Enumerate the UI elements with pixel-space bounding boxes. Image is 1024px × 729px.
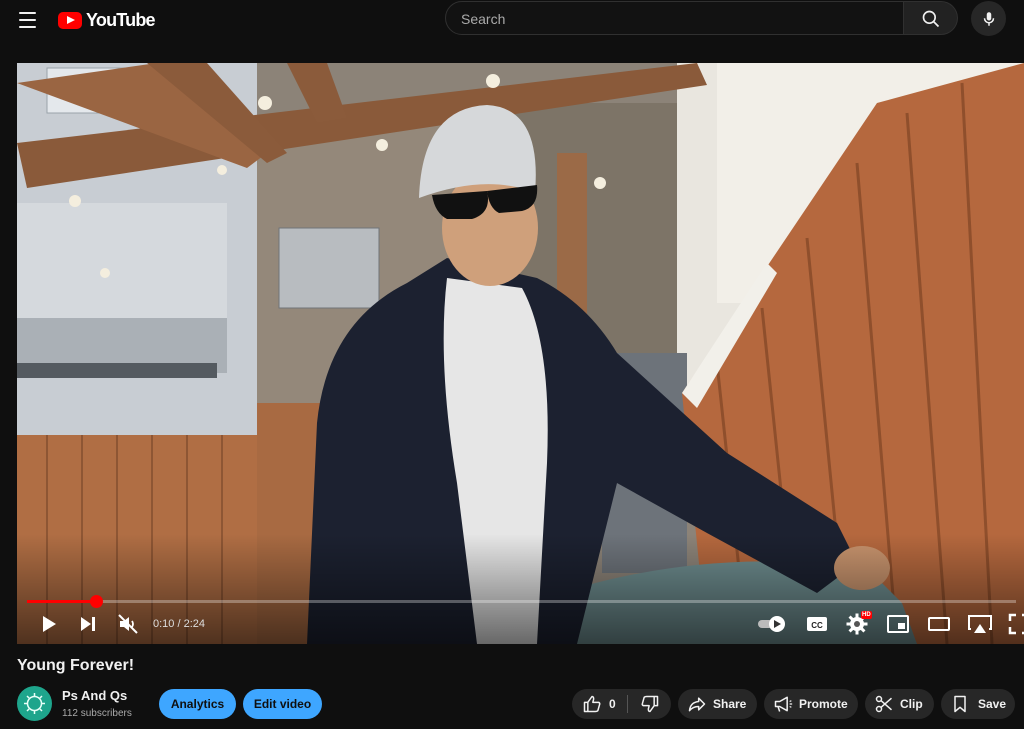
scissors-icon bbox=[875, 695, 892, 713]
dislike-button[interactable] bbox=[628, 689, 671, 719]
share-icon bbox=[688, 697, 706, 712]
fullscreen-button[interactable] bbox=[1007, 612, 1024, 636]
fullscreen-icon bbox=[1008, 613, 1024, 635]
save-button[interactable]: Save bbox=[941, 689, 1015, 719]
voice-search-button[interactable] bbox=[971, 1, 1006, 36]
youtube-play-icon bbox=[58, 11, 82, 29]
promote-button[interactable]: Promote bbox=[764, 689, 858, 719]
autoplay-toggle[interactable] bbox=[757, 612, 789, 636]
closed-captions-icon: CC bbox=[807, 617, 827, 631]
cast-button[interactable] bbox=[967, 612, 993, 636]
settings-button[interactable]: HD bbox=[845, 611, 875, 636]
clip-button[interactable]: Clip bbox=[865, 689, 934, 719]
analytics-button[interactable]: Analytics bbox=[159, 689, 236, 719]
search-icon bbox=[922, 10, 940, 28]
like-button[interactable]: 0 bbox=[572, 689, 627, 719]
thumbs-up-icon bbox=[583, 695, 601, 713]
miniplayer-button[interactable] bbox=[886, 612, 910, 636]
channel-name[interactable]: Ps And Qs bbox=[62, 688, 127, 703]
progress-bar[interactable] bbox=[27, 595, 1016, 608]
edit-video-button[interactable]: Edit video bbox=[243, 689, 322, 719]
save-label: Save bbox=[978, 697, 1007, 711]
microphone-icon bbox=[983, 12, 995, 26]
promote-label: Promote bbox=[799, 697, 848, 711]
top-bar: YouTube bbox=[0, 0, 1024, 40]
theater-mode-icon bbox=[928, 617, 950, 631]
svg-text:CC: CC bbox=[811, 621, 823, 630]
share-button[interactable]: Share bbox=[678, 689, 757, 719]
autoplay-toggle-icon bbox=[758, 616, 785, 632]
theater-mode-button[interactable] bbox=[927, 612, 951, 636]
like-dislike-group: 0 bbox=[572, 689, 671, 719]
like-count: 0 bbox=[609, 697, 616, 711]
progress-played bbox=[27, 600, 96, 603]
search-box bbox=[445, 1, 904, 35]
hd-badge: HD bbox=[861, 611, 872, 619]
share-label: Share bbox=[713, 697, 747, 711]
bookmark-icon bbox=[954, 695, 966, 713]
subscriber-count: 112 subscribers bbox=[62, 708, 132, 719]
miniplayer-icon bbox=[887, 615, 909, 633]
next-button[interactable] bbox=[76, 612, 100, 636]
channel-logo-icon bbox=[24, 693, 45, 714]
clip-label: Clip bbox=[900, 697, 923, 711]
megaphone-icon bbox=[774, 696, 793, 712]
play-button[interactable] bbox=[36, 612, 60, 636]
search-button[interactable] bbox=[904, 1, 958, 35]
scrubber-handle[interactable] bbox=[89, 595, 103, 608]
hamburger-menu-icon[interactable] bbox=[14, 8, 42, 32]
volume-muted-icon bbox=[118, 614, 138, 634]
search-input[interactable] bbox=[459, 10, 883, 28]
mute-button[interactable] bbox=[116, 612, 140, 636]
video-player[interactable]: 0:10 / 2:24 CC HD bbox=[17, 63, 1024, 644]
skip-next-icon bbox=[81, 617, 95, 631]
video-title: Young Forever! bbox=[17, 657, 135, 674]
airplay-icon bbox=[968, 615, 992, 633]
captions-button[interactable]: CC bbox=[805, 612, 829, 636]
channel-avatar[interactable] bbox=[17, 686, 52, 721]
youtube-logo[interactable]: YouTube bbox=[58, 8, 156, 32]
play-icon bbox=[43, 616, 56, 632]
thumbs-down-icon bbox=[640, 695, 658, 713]
logo-text: YouTube bbox=[86, 9, 156, 30]
time-display: 0:10 / 2:24 bbox=[153, 618, 205, 630]
